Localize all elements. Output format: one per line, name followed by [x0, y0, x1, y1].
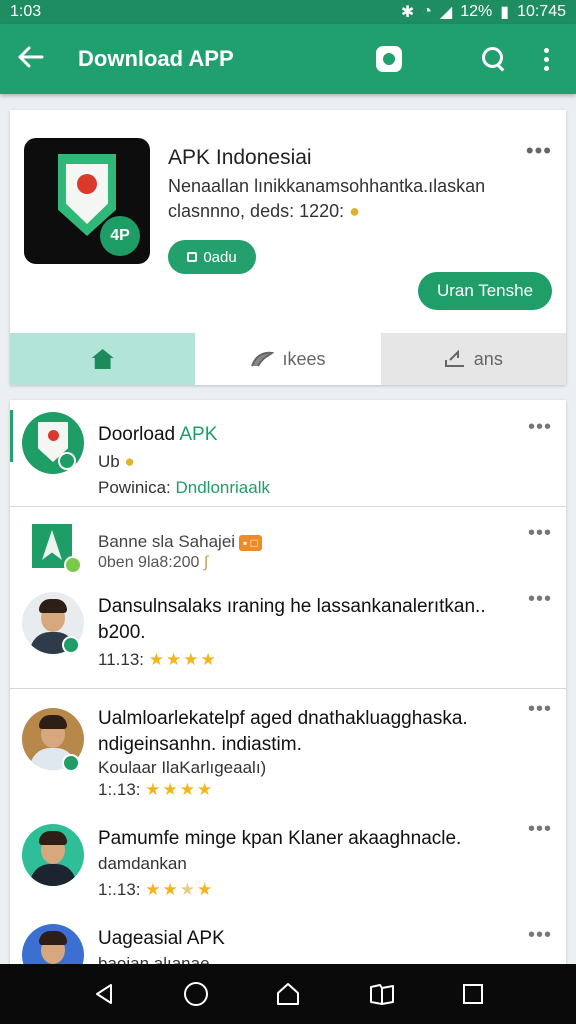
install-button[interactable]: Uran Tenshe	[418, 272, 552, 310]
square-icon	[187, 252, 198, 262]
list-item-subtitle: damdankan	[98, 854, 187, 873]
coin-icon: ●	[349, 201, 361, 221]
avatar	[22, 924, 84, 966]
list-item-subtitle: b200.	[98, 622, 146, 643]
app-name: APK Indonesiai	[168, 146, 312, 169]
list-item[interactable]: Doorload APK Ub ● Powinica: Dndlonriaalk…	[10, 400, 566, 506]
list-item-title: Banne sla Sahajei ▪ □	[98, 532, 262, 552]
back-icon[interactable]	[93, 982, 117, 1006]
tab-apps[interactable]: ans	[380, 333, 566, 385]
home-circle-icon[interactable]	[184, 982, 209, 1006]
list-item[interactable]: Dansulnsalaks ıraning he lassankanalerıt…	[10, 578, 566, 688]
more-horiz-icon[interactable]: •••	[528, 588, 552, 611]
verified-badge-icon	[62, 754, 80, 772]
list-item-subtitle: Ub ●	[98, 452, 135, 471]
list-item-meta: 11.13: ★★★★	[98, 650, 218, 669]
list-item-title: Uageasial APK	[98, 928, 225, 949]
home-icon[interactable]	[275, 982, 301, 1006]
header-tabs: ıkees ans	[10, 333, 566, 385]
system-nav-bar	[0, 964, 576, 1024]
page-title: Download APP	[78, 46, 234, 71]
app-icon-badge: 4P	[100, 216, 140, 256]
app-icon: 4P	[24, 138, 150, 264]
tag-badge: ▪ □	[239, 534, 262, 551]
home-icon	[91, 349, 114, 369]
list-item-title: Dansulnsalaks ıraning he lassankanalerıt…	[98, 596, 486, 617]
status-clock: 10:745	[517, 3, 566, 20]
list-item[interactable]: Uageasial APK baoian alıanae •••	[10, 910, 566, 966]
list-item-meta: 1:.13: ★★★★	[98, 780, 215, 799]
rating-stars: ★★★★	[148, 650, 218, 669]
verified-badge-icon	[58, 452, 76, 470]
status-icons: ✱ ◔ ◢ 12% ▮ 10:745	[401, 2, 566, 22]
tab-likes[interactable]: ıkees	[195, 333, 381, 385]
bluetooth-icon: ✱	[400, 4, 415, 21]
list-item[interactable]: Banne sla Sahajei ▪ □ 0ben 9la8:200 ∫ •••	[10, 506, 566, 578]
coin-icon: ●	[124, 452, 135, 471]
list-item-subtitle: ndigeinsanhn. indiastim.	[98, 734, 302, 755]
list-item-title: Doorload APK	[98, 424, 218, 445]
more-vert-icon[interactable]	[544, 47, 550, 71]
avatar	[22, 824, 84, 886]
leaf-icon	[251, 351, 275, 367]
more-horiz-icon[interactable]: •••	[528, 416, 552, 439]
list-item-subtitle: 0ben 9la8:200 ∫	[98, 554, 209, 571]
rating-stars: ★★★★	[145, 880, 215, 899]
list-item[interactable]: Ualmloarlekatelpf aged dnathakluagghaska…	[10, 688, 566, 806]
app-bar: Download APP	[0, 24, 576, 94]
more-horiz-icon[interactable]: •••	[528, 818, 552, 841]
list-item-detail: Koulaar IlaKarlıgeaalı)	[98, 758, 267, 777]
open-chip-button[interactable]: 0adu	[168, 240, 256, 274]
status-bar: 1:03 ✱ ◔ ◢ 12% ▮ 10:745	[0, 0, 576, 24]
badge-icon	[64, 556, 82, 574]
more-horiz-icon[interactable]: •••	[528, 698, 552, 721]
battery-icon: ▮	[500, 4, 510, 21]
list-item-meta: 1:.13: ★★★★	[98, 880, 215, 899]
more-horiz-icon[interactable]: •••	[528, 522, 552, 545]
battery-text: 12%	[460, 3, 493, 20]
app-list: Doorload APK Ub ● Powinica: Dndlonriaalk…	[10, 400, 566, 966]
wifi-icon: ◔	[422, 3, 432, 20]
list-item-title: Pamumfe minge kpan Klaner akaaghnacle.	[98, 828, 462, 849]
search-icon[interactable]	[480, 45, 508, 73]
rating-stars: ★★★★	[145, 780, 215, 799]
app-description: Nenaallan lınikkanamsohhantka.ılaskan cl…	[168, 176, 486, 221]
book-icon[interactable]	[368, 982, 396, 1006]
list-item-meta: Powinica: Dndlonriaalk	[98, 478, 270, 497]
arrow-left-icon[interactable]	[18, 45, 48, 73]
more-horiz-icon[interactable]: •••	[528, 924, 552, 947]
status-time: 1:03	[10, 3, 42, 20]
share-icon	[444, 350, 464, 367]
app-header-card: 4P APK Indonesiai Nenaallan lınikkanamso…	[10, 110, 566, 385]
list-item-title: Ualmloarlekatelpf aged dnathakluagghaska…	[98, 708, 468, 729]
store-icon[interactable]	[376, 46, 402, 72]
verified-badge-icon	[62, 636, 80, 654]
signal-icon: ◢	[439, 4, 453, 21]
tab-home[interactable]	[10, 333, 196, 385]
more-horiz-icon[interactable]: •••	[526, 140, 552, 162]
recents-icon[interactable]	[462, 984, 483, 1004]
list-item[interactable]: Pamumfe minge kpan Klaner akaaghnacle. d…	[10, 806, 566, 910]
